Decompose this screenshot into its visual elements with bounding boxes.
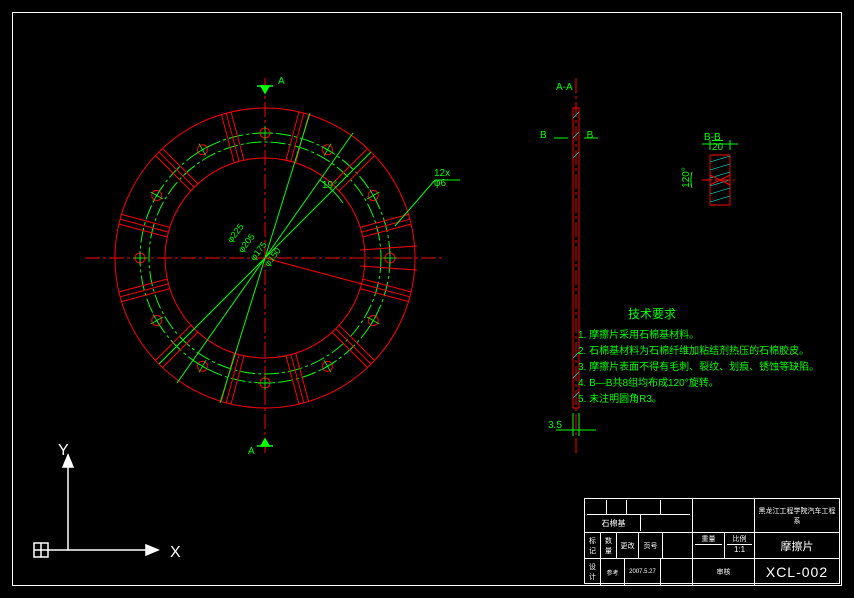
hole-dia: φ6	[434, 178, 446, 189]
thickness-dim: 3.5	[548, 420, 562, 431]
date-cell: 2007.5.27	[625, 559, 661, 585]
part-name: 摩擦片	[755, 533, 839, 558]
section-aa-label: A-A	[556, 82, 573, 93]
material-label	[693, 499, 755, 532]
tech-req-item: 1. 摩擦片采用石棉基材料。	[578, 328, 819, 344]
bb-angle: 120°	[681, 167, 692, 188]
school-cell: 黑龙江工程学院汽车工程系	[755, 499, 839, 532]
angle-dim: 19°	[322, 180, 337, 191]
technical-requirements: 技术要求 1. 摩擦片采用石棉基材料。 2. 石棉基材料为石棉纤维加粘结剂热压的…	[578, 306, 819, 408]
tech-req-item: 5. 未注明圆角R3。	[578, 392, 819, 408]
bb-dim-20: 20	[712, 140, 723, 153]
tech-req-item: 3. 摩擦片表面不得有毛刺、裂纹、划痕、锈蚀等缺陷。	[578, 360, 819, 376]
section-a-top: A	[278, 76, 285, 87]
title-block: 石棉基 黑龙江工程学院汽车工程系 标记 数量 更改 页号 重量 比例 1:1 摩…	[584, 498, 840, 584]
section-a-bottom: A	[248, 446, 255, 457]
tech-req-item: 4. B—B共8组均布成120°旋转。	[578, 376, 819, 392]
scale-value: 1:1	[734, 545, 745, 557]
x-axis-label: X	[170, 544, 181, 562]
tech-req-item: 2. 石棉基材料为石棉纤维加粘结剂热压的石棉胶皮。	[578, 344, 819, 360]
tech-req-title: 技术要求	[628, 306, 819, 322]
material-cell: 石棉基	[587, 515, 641, 531]
drawing-number: XCL-002	[755, 559, 839, 585]
section-bb-marker: BB	[540, 130, 593, 141]
y-axis-label: Y	[58, 442, 69, 460]
